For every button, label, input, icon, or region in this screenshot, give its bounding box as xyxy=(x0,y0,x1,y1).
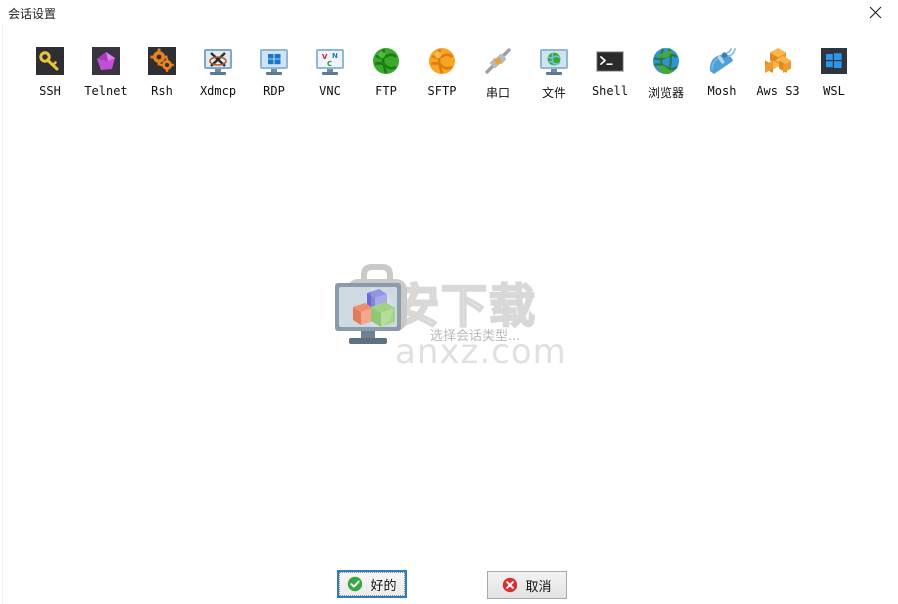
red-x-icon xyxy=(503,577,518,593)
purple-gem-icon xyxy=(90,45,122,77)
blue-globe-icon xyxy=(650,45,682,77)
placeholder-caption: 选择会话类型... xyxy=(430,329,521,344)
session-type-浏览器[interactable]: 浏览器 xyxy=(638,45,694,101)
session-type-xdmcp[interactable]: Xdmcp xyxy=(190,45,246,98)
session-type-label: FTP xyxy=(375,84,397,98)
session-type-telnet[interactable]: Telnet xyxy=(78,45,134,98)
ok-button-label: 好的 xyxy=(370,578,397,594)
session-type-label: VNC xyxy=(319,84,341,98)
session-type-label: 浏览器 xyxy=(647,86,684,100)
left-divider xyxy=(2,25,3,604)
monitor-x-icon xyxy=(202,45,234,77)
svg-text:N: N xyxy=(332,52,338,60)
session-type-rdp[interactable]: RDP xyxy=(246,45,302,98)
session-type-label: Shell xyxy=(591,84,629,98)
session-type-label: Mosh xyxy=(707,84,737,98)
orange-gears-icon xyxy=(146,45,178,77)
session-type-串口[interactable]: 串口 xyxy=(470,45,526,101)
session-type-label: RDP xyxy=(263,84,285,98)
watermark-top-text: 安下载 xyxy=(392,279,537,333)
session-type-label: Xdmcp xyxy=(199,84,237,98)
session-type-label: Telnet xyxy=(84,84,128,98)
close-button[interactable] xyxy=(853,0,898,25)
monitor-vnc-icon: VNC xyxy=(314,45,346,77)
key-icon xyxy=(34,45,66,77)
session-type-wsl[interactable]: WSL xyxy=(806,45,862,98)
monitor-windows-icon xyxy=(258,45,290,77)
session-type-文件[interactable]: 文件 xyxy=(526,45,582,101)
session-type-label: Aws S3 xyxy=(756,84,800,98)
close-icon xyxy=(869,6,882,19)
watermark-bottom-text: anxz.com xyxy=(395,332,567,372)
session-type-shell[interactable]: Shell xyxy=(582,45,638,98)
session-type-ftp[interactable]: FTP xyxy=(358,45,414,98)
session-type-toolbar: SSH Telnet Rsh Xdmcp RDP V N C VNC FTP SFTP 串口 文件 She… xyxy=(22,45,882,117)
session-type-ssh[interactable]: SSH xyxy=(22,45,78,98)
svg-text:C: C xyxy=(327,60,332,68)
ok-button[interactable]: 好的 xyxy=(337,570,407,598)
site-watermark: 安下载 anxz.com xyxy=(392,279,568,372)
cancel-button[interactable]: 取消 xyxy=(487,571,567,599)
session-type-label: Rsh xyxy=(151,84,173,98)
session-type-rsh[interactable]: Rsh xyxy=(134,45,190,98)
orange-cubes-icon xyxy=(762,45,794,77)
terminal-icon xyxy=(594,45,626,77)
cancel-button-label: 取消 xyxy=(525,579,552,595)
monitor-cubes-icon xyxy=(335,264,407,344)
session-type-label: 串口 xyxy=(485,86,510,100)
green-globe-icon xyxy=(370,45,402,77)
satellite-dish-icon xyxy=(706,45,738,77)
session-type-mosh[interactable]: Mosh xyxy=(694,45,750,98)
serial-plug-icon xyxy=(482,45,514,77)
session-type-label: SSH xyxy=(39,84,61,98)
session-type-label: WSL xyxy=(823,84,845,98)
title-bar: 会话设置 xyxy=(0,0,898,26)
session-type-label: SFTP xyxy=(427,84,457,98)
dialog-body: SSH Telnet Rsh Xdmcp RDP V N C VNC FTP SFTP 串口 文件 She… xyxy=(0,25,898,604)
session-type-label: 文件 xyxy=(541,86,566,100)
session-type-sftp[interactable]: SFTP xyxy=(414,45,470,98)
orange-globe-icon xyxy=(426,45,458,77)
session-type-vnc[interactable]: V N C VNC xyxy=(302,45,358,98)
monitor-globe-icon xyxy=(538,45,570,77)
session-type-aws-s3[interactable]: Aws S3 xyxy=(750,45,806,98)
green-check-icon xyxy=(348,576,363,592)
window-title: 会话设置 xyxy=(8,7,57,21)
windows-tile-icon xyxy=(818,45,850,77)
